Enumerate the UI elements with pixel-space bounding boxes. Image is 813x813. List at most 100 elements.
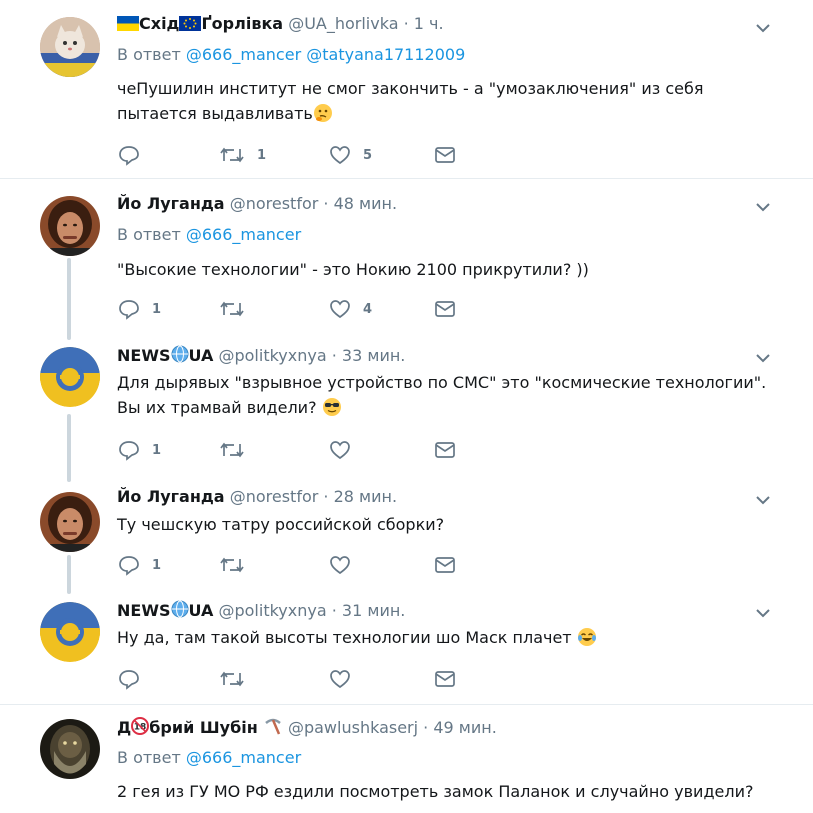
tweet-text: "Высокие технологии" - это Нокию 2100 пр… [117,257,777,282]
reply-count: 1 [152,301,162,317]
separator: · [323,194,329,213]
avatar[interactable] [40,196,100,256]
retweet-button[interactable] [219,668,257,690]
timestamp[interactable]: 1 ч. [414,14,444,33]
display-name-suffix[interactable]: UA [189,346,214,365]
separator: · [323,487,329,506]
avatar[interactable] [40,719,100,779]
reply-button[interactable] [118,668,152,690]
timestamp[interactable]: 48 мин. [334,194,397,213]
display-name-suffix[interactable]: UA [189,601,214,620]
username[interactable]: @UA_horlivka [288,14,398,33]
display-name[interactable]: Схід [139,14,179,33]
tweet-2[interactable]: Йо Луганда @norestfor · 48 мин. В ответ … [0,179,813,340]
separator: · [403,14,409,33]
like-button[interactable] [329,439,363,461]
retweet-button[interactable] [219,439,257,461]
like-button[interactable] [329,668,363,690]
reply-mention[interactable]: @666_mancer [186,225,301,244]
avatar[interactable] [40,492,100,552]
like-count: 4 [363,301,373,317]
chevron-down-icon[interactable] [753,490,773,510]
timestamp[interactable]: 31 мин. [342,601,405,620]
reply-mention[interactable]: @tatyana17112009 [306,45,465,64]
reply-button[interactable]: 1 [118,298,161,320]
timestamp[interactable]: 33 мин. [342,346,405,365]
heart-icon [330,556,350,575]
thread-connector [67,555,71,594]
tweet-4[interactable]: Йо Луганда @norestfor · 28 мин. Ту чешск… [0,482,813,594]
retweet-button[interactable]: 1 [219,144,266,166]
tweet-3[interactable]: NEWS UA @politkyxnya · 33 мин. Для дырявы… [0,340,813,482]
man-avatar-image [40,492,100,552]
separator: · [331,346,337,365]
reply-icon [119,556,139,576]
username[interactable]: @pawlushkaserj [288,718,418,737]
retweet-button[interactable] [219,554,257,576]
display-name[interactable]: Йо Луганда [117,487,225,506]
tweet-6[interactable]: Д 18 брий Шубін @pawlushkaserj · 49 мин. В… [0,705,813,813]
tweet-header: Д 18 брий Шубін @pawlushkaserj · 49 мин. [117,717,497,739]
reply-count: 1 [152,442,162,458]
avatar[interactable] [40,17,100,77]
avatar[interactable] [40,347,100,407]
retweet-button[interactable] [219,298,257,320]
reply-button[interactable] [118,144,152,166]
tweet-5[interactable]: NEWS UA @politkyxnya · 31 мин. Ну да, там… [0,594,813,704]
chevron-down-icon[interactable] [753,197,773,217]
display-name-suffix[interactable]: брий Шубін [149,718,258,737]
tweet-text: Ну да, там такой высоты технологии шо Ма… [117,625,777,654]
username[interactable]: @norestfor [230,194,319,213]
chevron-down-icon[interactable] [753,603,773,623]
retweet-icon [220,557,244,573]
username[interactable]: @politkyxnya [218,346,326,365]
no-under-18-icon: 18 [131,717,150,739]
reply-mention[interactable]: @666_mancer [186,45,301,64]
globe-icon [171,345,189,367]
reply-prefix: В ответ [117,225,181,244]
tweet-text: Для дырявых "взрывное устройство по СМС"… [117,370,777,424]
reply-button[interactable]: 1 [118,554,161,576]
display-name[interactable]: NEWS [117,601,171,620]
chevron-down-icon[interactable] [753,348,773,368]
reply-context: В ответ @666_mancer @tatyana17112009 [117,45,465,64]
heart-icon [330,300,350,319]
like-button[interactable]: 5 [329,144,372,166]
reply-prefix: В ответ [117,45,181,64]
reply-context: В ответ @666_mancer [117,225,301,244]
tweet-1[interactable]: Схід Ґорлівка @UA_horlivka · 1 ч. В ответ… [0,0,813,178]
like-button[interactable] [329,554,363,576]
envelope-icon [435,147,455,163]
tweet-header: Йо Луганда @norestfor · 28 мин. [117,487,397,506]
direct-message-button[interactable] [434,668,456,690]
sunglasses-face-icon [322,397,342,424]
like-button[interactable]: 4 [329,298,372,320]
tweet-text: 2 гея из ГУ МО РФ ездили посмотреть замо… [117,779,777,804]
direct-message-button[interactable] [434,144,456,166]
display-name-suffix[interactable]: Ґорлівка [201,14,283,33]
timestamp[interactable]: 49 мин. [433,718,496,737]
tweet-header: NEWS UA @politkyxnya · 31 мин. [117,600,405,622]
display-name[interactable]: NEWS [117,346,171,365]
display-name[interactable]: Д [117,718,131,737]
envelope-icon [435,301,455,317]
globe-icon [171,600,189,622]
username[interactable]: @politkyxnya [218,601,326,620]
avatar[interactable] [40,602,100,662]
thinking-face-icon [313,103,333,130]
username[interactable]: @norestfor [230,487,319,506]
reply-prefix: В ответ [117,748,181,767]
thread-connector [67,414,71,482]
direct-message-button[interactable] [434,298,456,320]
reply-mention[interactable]: @666_mancer [186,748,301,767]
reply-button[interactable]: 1 [118,439,161,461]
tweet-header: Схід Ґорлівка @UA_horlivka · 1 ч. [117,14,444,35]
retweet-icon [220,671,244,687]
chevron-down-icon[interactable] [753,18,773,38]
display-name[interactable]: Йо Луганда [117,194,225,213]
retweet-count: 1 [257,147,267,163]
text-line: "Высокие технологии" - это Нокию 2100 пр… [117,260,589,279]
timestamp[interactable]: 28 мин. [334,487,397,506]
direct-message-button[interactable] [434,554,456,576]
direct-message-button[interactable] [434,439,456,461]
